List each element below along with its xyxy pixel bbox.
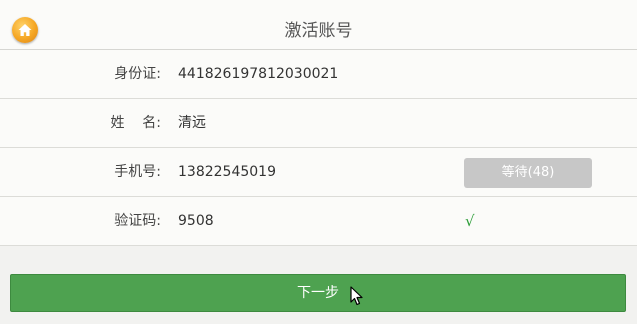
code-row: 验证码: 9508 √ xyxy=(0,197,637,246)
id-card-label: 身份证: xyxy=(114,66,161,82)
name-label: 姓 名: xyxy=(110,115,161,131)
id-card-row: 身份证: 441826197812030021 xyxy=(0,50,637,99)
mouse-cursor-icon xyxy=(350,286,363,306)
phone-label: 手机号: xyxy=(114,164,161,180)
app-header: 激活账号 xyxy=(0,0,637,50)
resend-wait-button[interactable]: 等待(48) xyxy=(464,158,592,188)
phone-value: 13822545019 xyxy=(178,164,276,180)
name-row: 姓 名: 清远 xyxy=(0,99,637,148)
id-card-value: 441826197812030021 xyxy=(178,66,339,82)
next-step-button[interactable]: 下一步 xyxy=(10,274,626,312)
name-value: 清远 xyxy=(178,115,206,131)
code-label: 验证码: xyxy=(114,213,161,229)
next-step-label: 下一步 xyxy=(297,285,339,301)
code-input[interactable]: 9508 xyxy=(178,197,214,246)
phone-row: 手机号: 13822545019 等待(48) xyxy=(0,148,637,197)
page-title: 激活账号 xyxy=(284,21,353,41)
check-mark: √ xyxy=(465,212,475,230)
